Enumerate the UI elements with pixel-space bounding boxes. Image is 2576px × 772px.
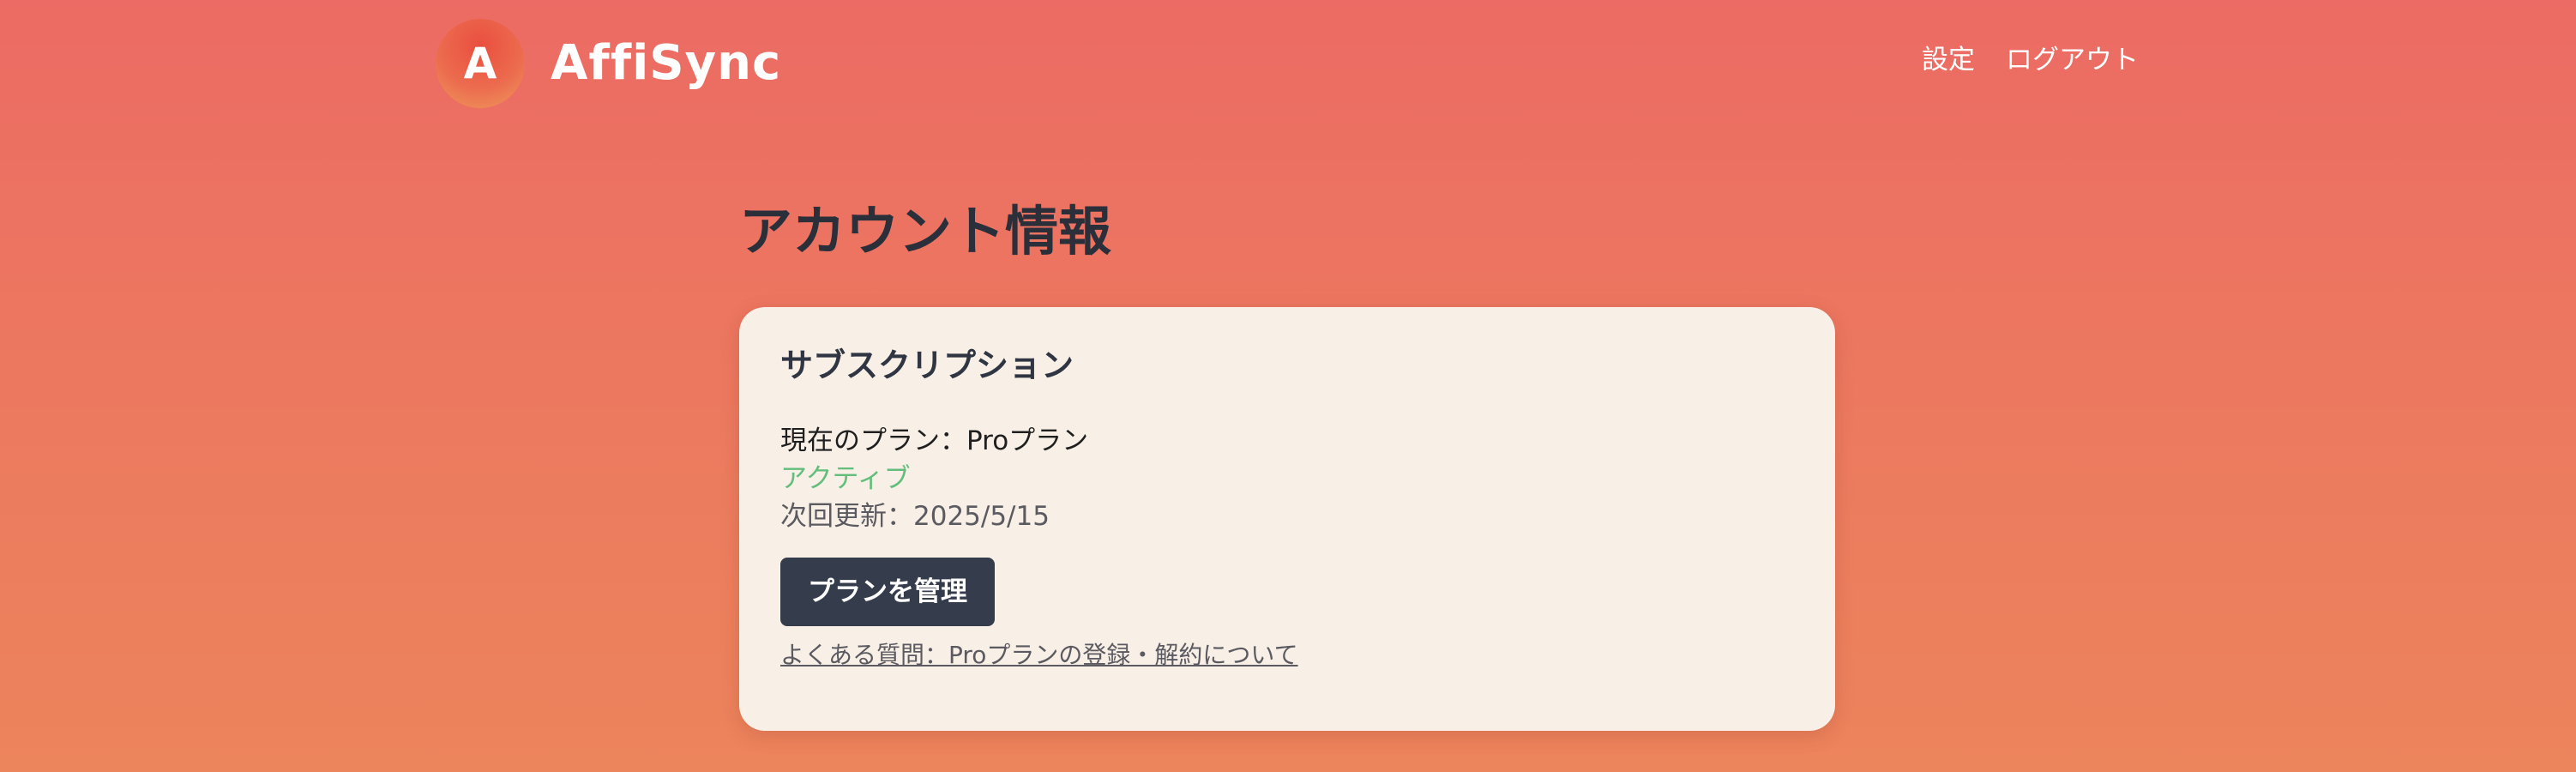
- brand-logo[interactable]: A AffiSync: [436, 19, 781, 108]
- logo-icon: A: [436, 19, 525, 108]
- page-title: アカウント情報: [739, 200, 1112, 262]
- brand-name: AffiSync: [551, 35, 782, 91]
- current-plan-text: 現在のプラン：Proプラン: [780, 425, 1089, 456]
- status-badge: アクティブ: [780, 462, 911, 494]
- header-nav: 設定 ログアウト: [1922, 45, 2139, 76]
- manage-plan-button[interactable]: プランを管理: [780, 558, 995, 627]
- top-header: A AffiSync 設定 ログアウト: [0, 0, 2576, 129]
- next-renewal-text: 次回更新：2025/5/15: [780, 501, 1050, 533]
- subscription-card: サブスクリプション 現在のプラン：Proプラン アクティブ 次回更新：2025/…: [739, 307, 1835, 731]
- faq-link[interactable]: よくある質問：Proプランの登録・解約について: [780, 640, 1794, 671]
- subscription-title: サブスクリプション: [780, 347, 1074, 384]
- nav-logout-link[interactable]: ログアウト: [2006, 45, 2139, 76]
- nav-settings-link[interactable]: 設定: [1922, 45, 1975, 76]
